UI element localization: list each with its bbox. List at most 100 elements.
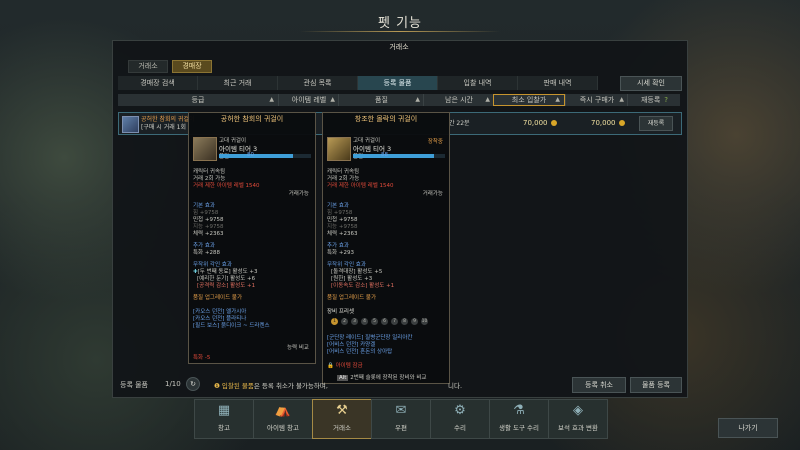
- exit-button[interactable]: 나가기: [718, 418, 778, 438]
- col-min-bid-label: 최소 입찰가: [511, 96, 547, 104]
- quality-fill: [353, 154, 434, 158]
- quality-bar: [353, 154, 445, 158]
- dock-mail[interactable]: ✉ 우편: [371, 399, 431, 439]
- engraving-3: [이동속도 감소] 활성도 +1: [331, 283, 395, 289]
- dock-tool-repair[interactable]: ⚗ 생활 도구 수리: [489, 399, 549, 439]
- quality-value: 80: [247, 152, 254, 158]
- row-buyout-value: 70,000: [591, 119, 616, 127]
- col-item-level-label: 아이템 레벨: [291, 96, 327, 104]
- item-tooltip-right: 창조한 몰락의 귀걸이 장착중 고대 귀걸이 아이템 티어 3 품질 88 캐릭…: [322, 112, 450, 384]
- quality-bar: [219, 154, 311, 158]
- tab-sale-history[interactable]: 판매 내역: [518, 76, 598, 90]
- dock-label: 창고: [218, 424, 230, 432]
- dock-item-storage[interactable]: ⛺ 아이템 창고: [253, 399, 313, 439]
- col-time-left[interactable]: 남은 시간 ▲: [423, 94, 494, 106]
- dock-auction[interactable]: ⚒ 거래소: [312, 399, 372, 439]
- source-3: [어비스 던전] 혼돈의 상아탑: [327, 349, 393, 355]
- registered-count: 1/10: [165, 380, 181, 388]
- preset-slot: 6: [381, 318, 388, 325]
- col-min-bid[interactable]: 최소 입찰가 ▲: [493, 94, 565, 106]
- row-min-bid-value: 70,000: [523, 119, 548, 127]
- refresh-icon[interactable]: ↻: [186, 377, 200, 391]
- col-quality-label: 품질: [375, 96, 388, 104]
- reregister-button[interactable]: 재등록: [639, 116, 673, 131]
- col-quality[interactable]: 품질 ▲: [338, 94, 424, 106]
- col-grade-label: 등급: [191, 96, 205, 104]
- notice-icon: ❶: [214, 382, 220, 390]
- preset-slot: 2: [341, 318, 348, 325]
- preset-slots: 1 2 3 4 5 6 7 8 9 10: [331, 318, 431, 325]
- tooltip-tradeable: 거래가능: [422, 191, 443, 197]
- dock-label: 거래소: [333, 424, 351, 432]
- preset-slot: 3: [351, 318, 358, 325]
- auction-gavel-icon: ⚒: [336, 403, 348, 418]
- market-check-button[interactable]: 시세 확인: [620, 76, 682, 91]
- upgrade-note: 품질 업그레이드 불가: [327, 295, 377, 301]
- help-icon[interactable]: ?: [664, 96, 668, 104]
- gem-convert-icon: ◈: [573, 403, 583, 418]
- sort-arrow-icon: ▲: [330, 96, 335, 103]
- notice-body: 은 등록 취소가 불가능하며,: [253, 382, 328, 390]
- dock-repair[interactable]: ⚙ 수리: [430, 399, 490, 439]
- tooltip-limit: 거래 제한 아이템 레벨 1540: [327, 183, 394, 189]
- anvil-icon: ⚙: [454, 403, 466, 418]
- item-lock-label: 아이템 잠금: [335, 363, 363, 369]
- dock-label: 우편: [395, 424, 407, 432]
- col-reregister-label: 재등록: [640, 96, 661, 104]
- dock-warehouse[interactable]: ▦ 창고: [194, 399, 254, 439]
- tab-exchange[interactable]: 거래소: [128, 60, 168, 73]
- tab-registered[interactable]: 등록 물품: [358, 76, 438, 90]
- sort-arrow-icon: ▲: [555, 96, 560, 103]
- sort-arrow-icon: ▲: [485, 96, 490, 103]
- sort-arrow-icon: ▲: [619, 96, 624, 103]
- col-time-left-label: 남은 시간: [445, 96, 473, 104]
- title-divider: [300, 31, 500, 32]
- tooltip-tradeable: 거래가능: [288, 191, 309, 197]
- special-diff: 특화 -5: [193, 355, 211, 361]
- tool-repair-icon: ⚗: [513, 403, 525, 418]
- tab-auction-search[interactable]: 경매장 검색: [118, 76, 198, 90]
- equipped-badge: 장착중: [427, 139, 443, 145]
- earring-icon: [327, 137, 351, 161]
- sub-tabs: 경매장 검색 최근 거래 관심 목록 등록 물품 입찰 내역 판매 내역: [118, 76, 598, 90]
- col-buyout-label: 즉시 구매가: [579, 96, 615, 104]
- dock-label: 수리: [454, 424, 466, 432]
- register-item-button[interactable]: 물품 등록: [630, 377, 682, 393]
- lock-icon: 🔒: [327, 363, 334, 369]
- col-grade[interactable]: 등급 ▲: [118, 94, 278, 106]
- compare-label: 능력 비교: [287, 345, 309, 351]
- sort-arrow-icon: ▲: [415, 96, 420, 103]
- compare-hint-text: 2번째 슬롯에 장착된 장비와 비교: [350, 375, 427, 381]
- preset-slot: 1: [331, 318, 338, 325]
- base-effect-vit: 체력 +2363: [193, 231, 224, 237]
- tab-recent-trades[interactable]: 최근 거래: [198, 76, 278, 90]
- tab-watchlist[interactable]: 관심 목록: [278, 76, 358, 90]
- earring-icon: [122, 116, 139, 133]
- registered-label: 등록 물품: [120, 381, 148, 389]
- preset-title: 장비 프리셋: [327, 309, 355, 315]
- preset-slot: 4: [361, 318, 368, 325]
- panel-title: 거래소: [389, 43, 409, 51]
- column-header: 등급 ▲ 아이템 레벨 ▲ 품질 ▲ 남은 시간 ▲ 최소 입찰가 ▲ 즉시 구매가 ▲ 재…: [118, 94, 680, 106]
- notice-text: ❶ 입찰된 물품은 등록 취소가 불가능하며,: [214, 380, 328, 390]
- earring-icon: [193, 137, 217, 161]
- item-storage-icon: ⛺: [274, 403, 292, 418]
- gold-coin-icon: [618, 120, 625, 126]
- preset-slot: 8: [401, 318, 408, 325]
- tab-bid-history[interactable]: 입찰 내역: [438, 76, 518, 90]
- engraving-3: [공격력 감소] 활성도 +1: [197, 283, 256, 289]
- col-reregister: 재등록?: [627, 94, 681, 106]
- col-item-level[interactable]: 아이템 레벨 ▲: [278, 94, 339, 106]
- source-3: [필드 보스] 붉디이크 ~ 드라켄스: [193, 323, 270, 329]
- sort-arrow-icon: ▲: [269, 96, 274, 103]
- warehouse-icon: ▦: [217, 403, 231, 418]
- dock-gem-convert[interactable]: ◈ 보석 효과 변환: [548, 399, 608, 439]
- tab-auction[interactable]: 경매장: [172, 60, 212, 73]
- top-tabs: 거래소 경매장: [128, 60, 212, 73]
- row-buyout: 70,000: [591, 113, 625, 134]
- dock-label: 생활 도구 수리: [498, 424, 539, 432]
- gold-coin-icon: [550, 120, 557, 126]
- cancel-registration-button[interactable]: 등록 취소: [572, 377, 626, 393]
- preset-slot: 9: [411, 318, 418, 325]
- col-buyout[interactable]: 즉시 구매가 ▲: [565, 94, 628, 106]
